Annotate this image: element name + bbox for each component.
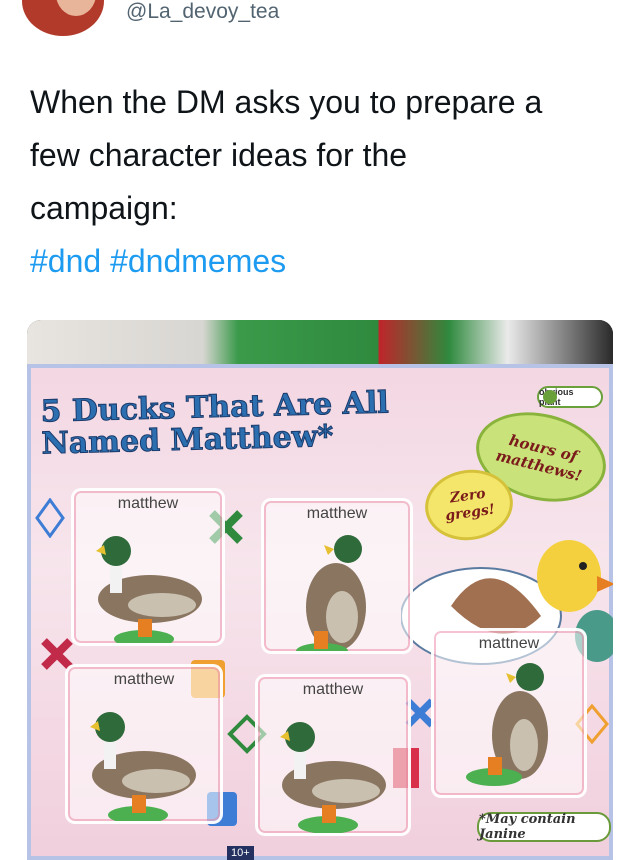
avatar[interactable]	[22, 0, 104, 36]
tweet-body: When the DM asks you to prepare a few ch…	[30, 76, 620, 288]
duck-pack: matthew	[261, 498, 413, 654]
mallard-duck-figure	[466, 663, 548, 786]
duck-pack: matthew	[255, 674, 411, 836]
diamond-icon	[35, 498, 65, 538]
hashtag-links[interactable]: #dnd #dndmemes	[30, 235, 620, 288]
tweet-line: campaign:	[30, 190, 178, 226]
price-tag: 10+	[227, 846, 254, 860]
user-handle[interactable]: @La_devoy_tea	[126, 0, 279, 24]
duck-pack: mattnew	[431, 628, 587, 798]
footnote-badge: *May contain Janine	[477, 812, 611, 842]
background-toys	[27, 320, 613, 366]
title-line: Named Matthew*	[41, 418, 335, 462]
duck-pack: matthew	[65, 664, 223, 824]
product-package: 5 Ducks That Are All Named Matthew* obvi…	[27, 364, 613, 860]
obvious-plant-badge: obvious plant	[537, 386, 603, 408]
tweet-line: When the DM asks you to prepare a	[30, 84, 543, 120]
package-title: 5 Ducks That Are All Named Matthew*	[40, 385, 390, 462]
mallard-duck-figure	[280, 722, 386, 833]
leaf-icon	[543, 390, 557, 404]
tweet-line: few character ideas for the	[30, 137, 408, 173]
mallard-duck-figure	[96, 536, 202, 643]
tweet-photo[interactable]: 5 Ducks That Are All Named Matthew* obvi…	[27, 320, 613, 860]
mallard-duck-figure	[296, 535, 366, 651]
mallard-duck-figure	[90, 712, 196, 821]
duck-pack: matthew	[71, 488, 225, 646]
